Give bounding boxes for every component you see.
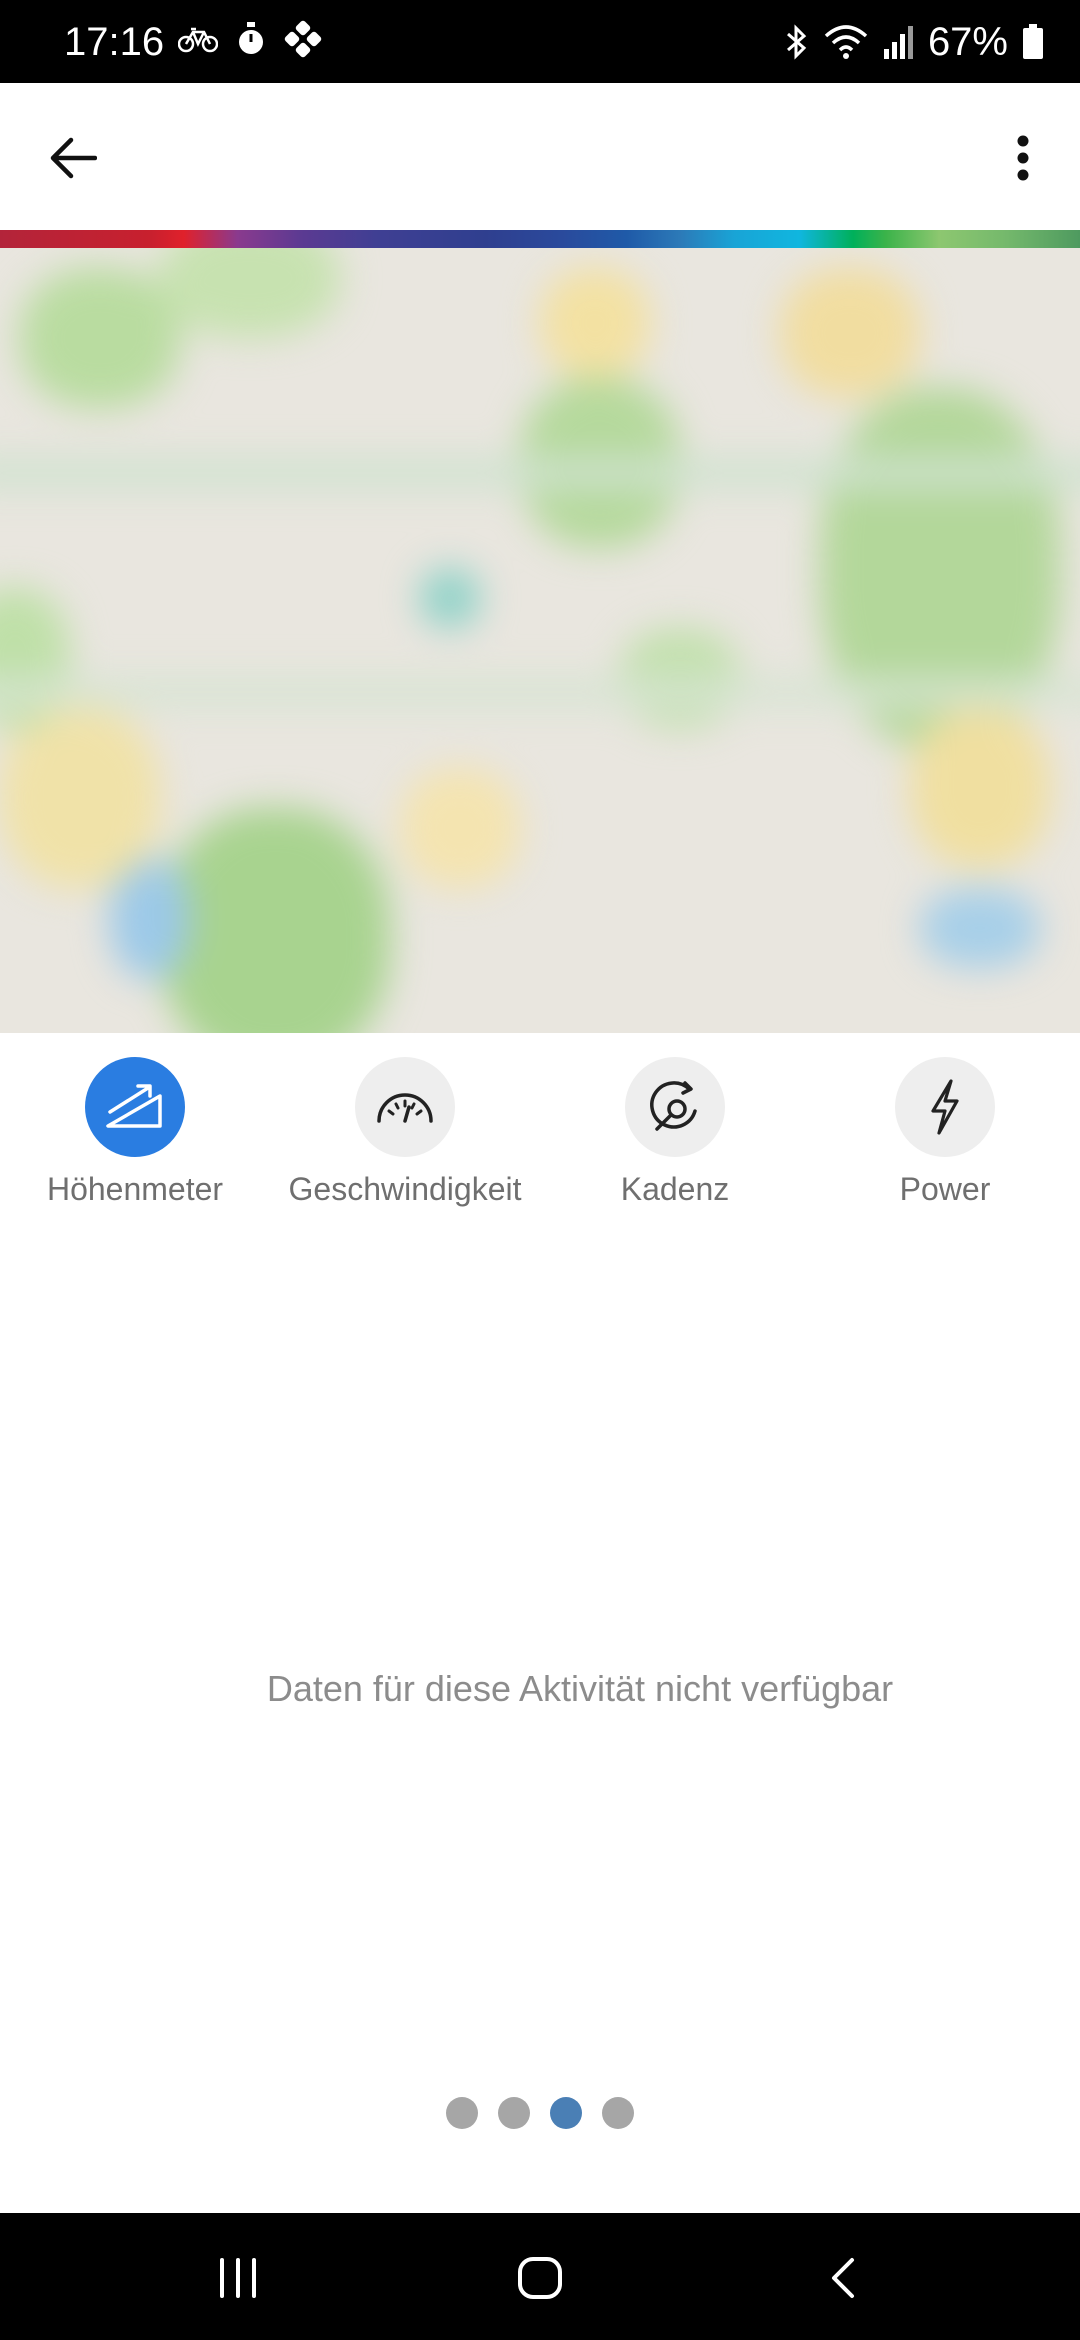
page-dot-4[interactable] — [602, 2097, 634, 2129]
map-view[interactable] — [0, 248, 1080, 1033]
system-back-button[interactable] — [803, 2243, 883, 2313]
elevation-tab-label: Höhenmeter — [46, 1171, 224, 1207]
map-tiles — [0, 248, 1080, 1033]
tab-speed[interactable]: Geschwindigkeit — [270, 1057, 540, 1209]
status-right-icons: 67% — [784, 18, 1044, 66]
chevron-left-icon — [832, 2258, 854, 2298]
status-time: 17:16 — [64, 20, 165, 64]
tab-power[interactable]: Power — [810, 1057, 1080, 1209]
recent-apps-icon — [220, 2258, 256, 2298]
elevation-tab-button[interactable] — [85, 1057, 185, 1157]
elevation-icon — [106, 1084, 162, 1128]
bluetooth-icon — [786, 24, 807, 60]
home-icon — [518, 2257, 562, 2299]
bike-icon — [178, 27, 218, 53]
stopwatch-icon — [239, 22, 263, 54]
more-options-button[interactable] — [988, 123, 1058, 193]
page-dot-3-active[interactable] — [550, 2097, 582, 2129]
power-tab-label: Power — [899, 1171, 991, 1207]
cadence-tab-label: Kadenz — [620, 1171, 730, 1207]
wifi-icon — [824, 25, 868, 59]
battery-percent: 67% — [927, 20, 1008, 64]
cadence-icon — [650, 1081, 697, 1131]
metric-tabs: Höhenmeter Geschwindigkeit Kadenz Power — [0, 1035, 1080, 1215]
page-dot-2[interactable] — [498, 2097, 530, 2129]
speed-tab-label: Geschwindigkeit — [288, 1171, 522, 1207]
lightning-icon — [931, 1079, 959, 1135]
page-indicator — [446, 2097, 634, 2129]
page-dot-1[interactable] — [446, 2097, 478, 2129]
tab-elevation[interactable]: Höhenmeter — [0, 1057, 270, 1209]
app-icon — [284, 20, 322, 58]
route-color-strip — [0, 230, 1080, 248]
arrow-left-icon — [50, 137, 97, 179]
speed-tab-button[interactable] — [355, 1057, 455, 1157]
no-data-message: Daten für diese Aktivität nicht verfügba… — [266, 1668, 894, 1709]
power-tab-button[interactable] — [895, 1057, 995, 1157]
recent-apps-button[interactable] — [198, 2243, 278, 2313]
cadence-tab-button[interactable] — [625, 1057, 725, 1157]
more-vertical-icon — [1017, 135, 1029, 181]
speedometer-icon — [377, 1093, 433, 1123]
app-bar — [0, 83, 1080, 231]
system-nav-bar — [0, 2213, 1080, 2340]
status-left-icons — [178, 20, 322, 58]
home-button[interactable] — [500, 2243, 580, 2313]
back-button[interactable] — [38, 123, 108, 193]
signal-icon — [883, 26, 913, 59]
tab-cadence[interactable]: Kadenz — [540, 1057, 810, 1209]
status-bar: 17:16 67% — [0, 0, 1080, 83]
battery-icon — [1023, 24, 1043, 59]
